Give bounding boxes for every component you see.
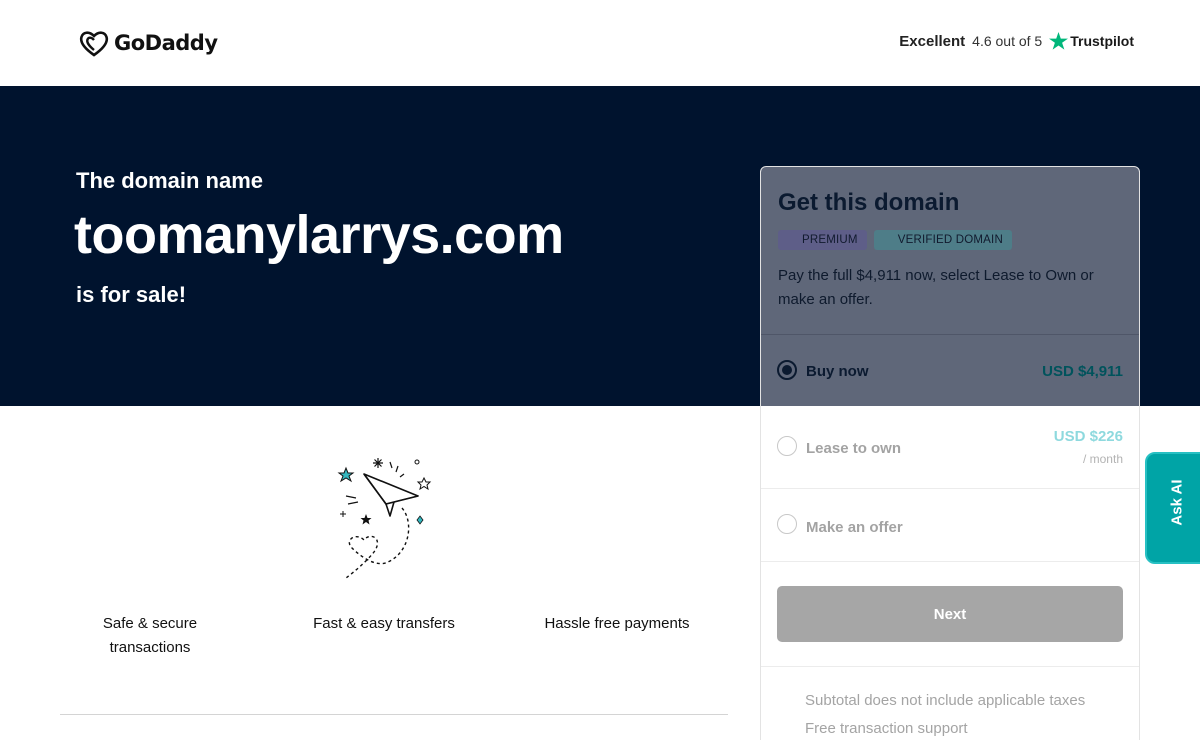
option-buy-now[interactable]: Buy now USD $4,911 xyxy=(761,335,1139,406)
fine-print-taxes: Subtotal does not include applicable tax… xyxy=(805,692,1086,709)
hero-eyebrow: The domain name xyxy=(76,168,264,193)
verified-domain-badge: VERIFIED DOMAIN xyxy=(873,230,1012,250)
trustpilot-brand-label: Trustpilot xyxy=(1070,33,1134,49)
lease-price: USD $226 xyxy=(1053,428,1123,445)
section-divider xyxy=(60,714,728,715)
card-description: Pay the full $4,911 now, select Lease to… xyxy=(778,267,1094,308)
feature-label-line: transactions xyxy=(109,639,191,656)
purchase-card: Get this domain PREMIUM VERIFIED DOMAIN … xyxy=(760,166,1140,740)
buy-now-label: Buy now xyxy=(806,363,869,380)
option-divider xyxy=(761,561,1139,562)
fine-print-support: Free transaction support xyxy=(805,720,968,737)
card-title: Get this domain xyxy=(778,189,960,216)
trustpilot-star-icon xyxy=(1049,32,1069,50)
premium-badge: PREMIUM xyxy=(778,230,867,250)
lease-to-own-label: Lease to own xyxy=(806,440,902,457)
paper-plane-illustration xyxy=(337,458,432,579)
feature-label-line: Hassle free payments xyxy=(544,615,690,632)
site-header: GoDaddy Excellent 4.6 out of 5 Trustpilo… xyxy=(0,0,1200,86)
buy-now-price: USD $4,911 xyxy=(1042,363,1123,380)
lease-price-period: / month xyxy=(1082,452,1123,466)
trustpilot-brand: Trustpilot xyxy=(1049,32,1134,50)
trustpilot-widget[interactable]: Excellent 4.6 out of 5 Trustpilot xyxy=(899,32,1134,50)
domain-name-heading: toomanylarrys.com xyxy=(74,205,564,265)
godaddy-heart-icon xyxy=(79,31,109,57)
feature-label-line: Safe & secure xyxy=(102,615,198,632)
footer-divider xyxy=(761,666,1139,667)
option-lease-to-own[interactable]: Lease to own USD $226 / month xyxy=(761,406,1139,488)
lease-to-own-radio[interactable] xyxy=(777,436,797,456)
badge-row: PREMIUM VERIFIED DOMAIN xyxy=(778,230,1012,250)
feature-fast-transfers: Fast & easy transfers xyxy=(294,612,474,636)
logo-text: GoDaddy xyxy=(114,31,218,55)
make-offer-label: Make an offer xyxy=(806,519,903,536)
trust-rating-word: Excellent xyxy=(899,32,966,50)
make-offer-radio[interactable] xyxy=(777,514,797,534)
next-button[interactable]: Next xyxy=(777,586,1123,642)
feature-label-line: Fast & easy transfers xyxy=(313,615,455,632)
buy-now-radio[interactable] xyxy=(777,360,797,380)
godaddy-logo[interactable]: GoDaddy xyxy=(78,28,218,58)
ask-ai-tab[interactable]: Ask AI xyxy=(1145,452,1200,564)
trust-score: 4.6 out of 5 xyxy=(972,33,1043,49)
option-make-offer[interactable]: Make an offer xyxy=(761,489,1139,561)
ask-ai-label: Ask AI xyxy=(1168,479,1186,526)
feature-hassle-free-payments: Hassle free payments xyxy=(527,612,707,636)
feature-secure-transactions: Safe & secure transactions xyxy=(60,612,240,660)
for-sale-label: is for sale! xyxy=(76,282,187,307)
